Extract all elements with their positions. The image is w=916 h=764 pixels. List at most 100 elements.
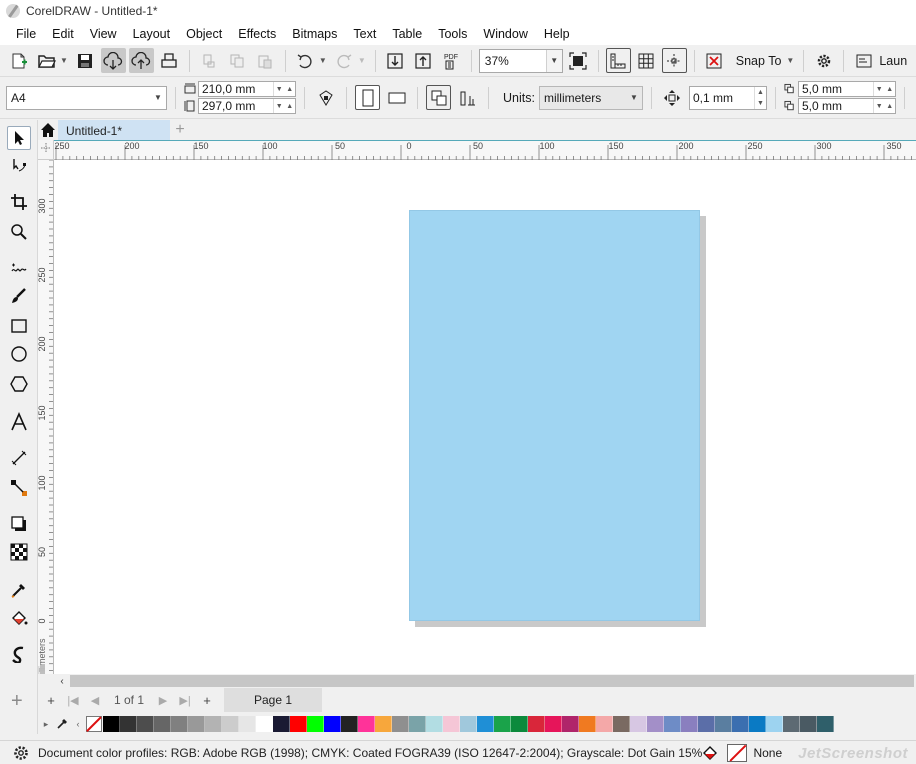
vertical-ruler[interactable]: 300 250 200 150 100 50 0 millimeters: [37, 159, 54, 682]
ruler-origin[interactable]: [38, 140, 54, 160]
color-swatch[interactable]: [579, 716, 596, 732]
color-swatch[interactable]: [205, 716, 222, 732]
redo-dropdown-icon[interactable]: ▼: [358, 56, 366, 65]
outline-none-swatch[interactable]: [727, 744, 748, 762]
spin-arrows-icon[interactable]: ▼ ▲: [273, 99, 295, 113]
zoom-to-page-button[interactable]: [566, 48, 591, 73]
artistic-media-tool[interactable]: [7, 284, 31, 308]
page-width-input[interactable]: 210,0 mm ▼ ▲: [198, 81, 296, 97]
chevron-down-icon[interactable]: ▼: [545, 49, 562, 72]
spin-arrows-icon[interactable]: ▲ ▼: [753, 86, 766, 109]
color-swatch[interactable]: [545, 716, 562, 732]
color-swatch[interactable]: [341, 716, 358, 732]
eyedropper-icon[interactable]: [54, 718, 70, 730]
last-page-icon[interactable]: ▶|: [176, 694, 194, 707]
color-swatch[interactable]: [460, 716, 477, 732]
copy-button[interactable]: [225, 48, 250, 73]
color-swatch[interactable]: [681, 716, 698, 732]
fill-bucket-icon[interactable]: [701, 744, 721, 762]
horizontal-scrollbar[interactable]: ‹: [54, 674, 916, 688]
portrait-button[interactable]: [355, 85, 380, 110]
no-color-swatch[interactable]: [86, 716, 102, 732]
document-page[interactable]: [409, 210, 700, 621]
open-button[interactable]: [34, 48, 59, 73]
parallel-dimension-tool[interactable]: [7, 446, 31, 470]
show-grid-button[interactable]: [634, 48, 659, 73]
text-tool[interactable]: [7, 410, 31, 434]
snap-to-dropdown-icon[interactable]: ▼: [786, 56, 794, 65]
menu-table[interactable]: Table: [384, 27, 430, 41]
snap-to-label[interactable]: Snap To: [736, 54, 782, 68]
color-swatch[interactable]: [307, 716, 324, 732]
tab-page-1[interactable]: Page 1: [224, 688, 323, 712]
duplicate-y-input[interactable]: 5,0 mm ▼ ▲: [797, 98, 896, 114]
chevron-down-icon[interactable]: ▼: [625, 86, 642, 109]
page-height-input[interactable]: 297,0 mm ▼ ▲: [198, 98, 296, 114]
undo-button[interactable]: [293, 48, 318, 73]
color-swatch[interactable]: [664, 716, 681, 732]
menu-object[interactable]: Object: [178, 27, 230, 41]
cloud-download-button[interactable]: [100, 48, 126, 73]
menu-file[interactable]: File: [8, 27, 44, 41]
units-select[interactable]: millimeters ▼: [538, 85, 643, 110]
tab-untitled-1[interactable]: Untitled-1*: [58, 120, 170, 140]
color-eyedropper-tool[interactable]: [7, 578, 31, 602]
spin-arrows-icon[interactable]: ▼ ▲: [273, 82, 295, 96]
launch-label[interactable]: Laun: [879, 54, 907, 68]
color-swatch[interactable]: [426, 716, 443, 732]
show-guidelines-button[interactable]: [661, 48, 687, 73]
drop-shadow-tool[interactable]: [7, 512, 31, 536]
menu-tools[interactable]: Tools: [430, 27, 475, 41]
color-swatch[interactable]: [494, 716, 511, 732]
zoom-level-select[interactable]: 37% ▼: [478, 48, 563, 73]
gear-icon[interactable]: [12, 744, 30, 762]
menu-window[interactable]: Window: [475, 27, 535, 41]
color-swatch[interactable]: [613, 716, 630, 732]
color-profiles-text[interactable]: Document color profiles: RGB: Adobe RGB …: [38, 746, 702, 760]
color-swatch[interactable]: [273, 716, 290, 732]
color-swatch[interactable]: [358, 716, 375, 732]
current-page-button[interactable]: [455, 85, 480, 110]
menu-bitmaps[interactable]: Bitmaps: [284, 27, 345, 41]
color-swatch[interactable]: [630, 716, 647, 732]
color-swatch[interactable]: [290, 716, 307, 732]
shape-tool[interactable]: [7, 154, 31, 178]
new-document-button[interactable]: [6, 48, 31, 73]
menu-view[interactable]: View: [82, 27, 125, 41]
redo-button[interactable]: [332, 48, 357, 73]
menu-text[interactable]: Text: [345, 27, 384, 41]
chevron-down-icon[interactable]: ▼: [150, 86, 166, 109]
palette-scroll-left-icon[interactable]: ‹: [70, 719, 86, 729]
snap-off-button[interactable]: [702, 48, 727, 73]
add-page-after-button[interactable]: +: [198, 693, 216, 708]
palette-options-icon[interactable]: ▸: [38, 719, 54, 730]
color-swatch[interactable]: [222, 716, 239, 732]
color-swatch[interactable]: [817, 716, 834, 732]
color-swatch[interactable]: [103, 716, 120, 732]
add-tool-button[interactable]: +: [11, 690, 23, 713]
color-swatch[interactable]: [171, 716, 188, 732]
next-page-icon[interactable]: ▶: [154, 694, 172, 707]
color-swatch[interactable]: [392, 716, 409, 732]
color-swatch[interactable]: [766, 716, 783, 732]
previous-page-icon[interactable]: ◀: [86, 694, 104, 707]
launch-button[interactable]: [851, 48, 876, 73]
open-dropdown-icon[interactable]: ▼: [60, 56, 68, 65]
first-page-icon[interactable]: |◀: [64, 694, 82, 707]
undo-dropdown-icon[interactable]: ▼: [319, 56, 327, 65]
landscape-button[interactable]: [384, 85, 409, 110]
color-swatch[interactable]: [596, 716, 613, 732]
color-swatch[interactable]: [749, 716, 766, 732]
color-swatch[interactable]: [715, 716, 732, 732]
transparency-tool[interactable]: [7, 540, 31, 564]
print-button[interactable]: [157, 48, 182, 73]
color-swatch[interactable]: [698, 716, 715, 732]
scrollbar-thumb[interactable]: [70, 675, 914, 687]
menu-layout[interactable]: Layout: [125, 27, 179, 41]
duplicate-x-input[interactable]: 5,0 mm ▼ ▲: [797, 81, 896, 97]
freehand-tool[interactable]: [7, 256, 31, 280]
polygon-tool[interactable]: [7, 372, 31, 396]
options-button[interactable]: [811, 48, 836, 73]
add-page-before-button[interactable]: +: [42, 693, 60, 708]
menu-help[interactable]: Help: [536, 27, 578, 41]
